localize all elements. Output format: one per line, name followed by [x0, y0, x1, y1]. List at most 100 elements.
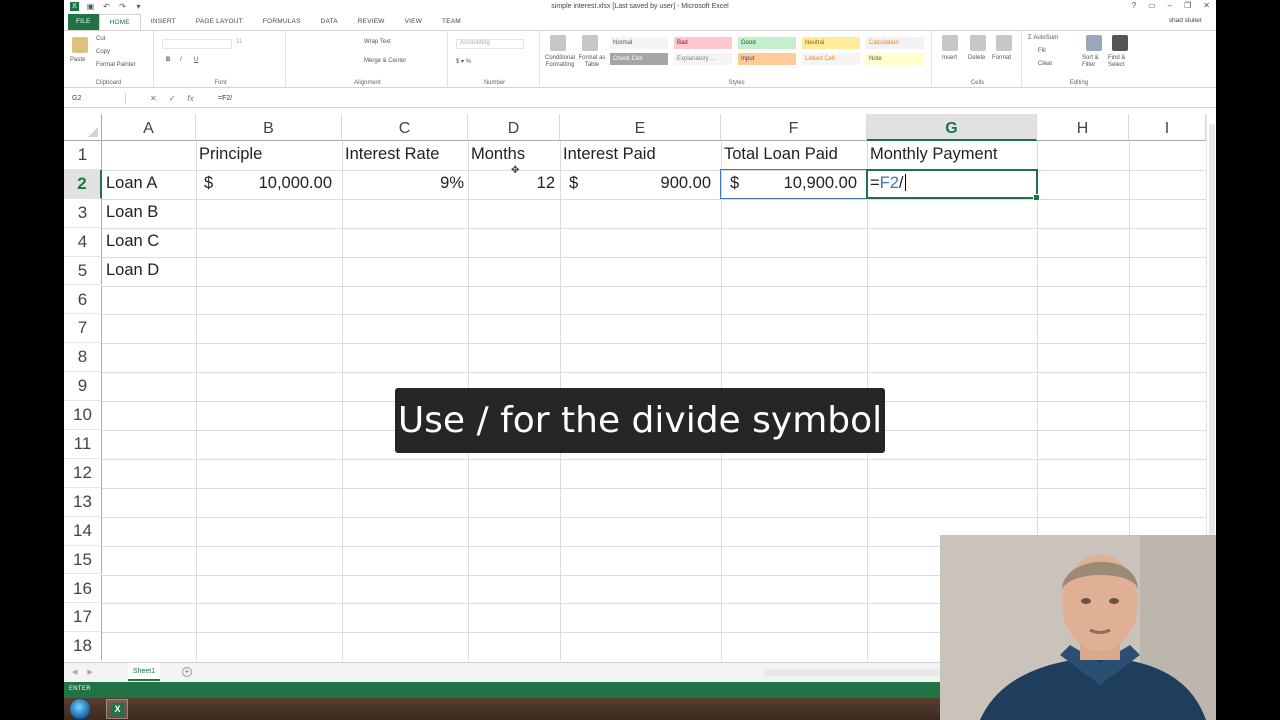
cell-a4[interactable]: Loan C	[106, 232, 159, 251]
binoculars-icon[interactable]	[1112, 35, 1128, 51]
row-header-8[interactable]: 8	[64, 343, 102, 373]
minimize-icon[interactable]: –	[1168, 1, 1172, 10]
style-bad[interactable]: Bad	[674, 37, 732, 49]
cell-d2[interactable]: 12	[468, 174, 555, 193]
close-icon[interactable]: ✕	[1203, 1, 1210, 10]
tab-view[interactable]: VIEW	[395, 14, 432, 30]
cell-b1[interactable]: Principle	[199, 145, 262, 164]
italic-icon[interactable]: I	[180, 57, 182, 63]
conditional-formatting-button[interactable]: Conditional Formatting	[544, 55, 576, 69]
row-header-4[interactable]: 4	[64, 227, 102, 257]
prev-sheet-icon[interactable]: ◀	[72, 668, 77, 676]
row-header-14[interactable]: 14	[64, 516, 102, 546]
style-calculation[interactable]: Calculation	[866, 37, 924, 49]
cell-c2[interactable]: 9%	[342, 174, 464, 193]
format-as-table-icon[interactable]	[582, 35, 598, 51]
row-header-17[interactable]: 17	[64, 603, 102, 633]
font-name-box[interactable]	[162, 39, 232, 49]
help-icon[interactable]: ?	[1132, 1, 1136, 10]
user-account[interactable]: shad sluiter	[1169, 17, 1202, 24]
autosum-button[interactable]: Σ AutoSum	[1028, 35, 1058, 41]
cell-f2[interactable]: 10,900.00	[721, 174, 857, 193]
taskbar-excel[interactable]: X	[106, 699, 128, 719]
cell-c1[interactable]: Interest Rate	[345, 145, 439, 164]
format-cells-button[interactable]: Format	[992, 55, 1011, 61]
column-header-h[interactable]: H	[1037, 114, 1129, 141]
sort-filter-icon[interactable]	[1086, 35, 1102, 51]
cell-f1[interactable]: Total Loan Paid	[724, 145, 838, 164]
start-button-icon[interactable]	[70, 699, 90, 719]
restore-icon[interactable]: ❐	[1184, 1, 1191, 10]
tab-page-layout[interactable]: PAGE LAYOUT	[186, 14, 253, 30]
format-cells-icon[interactable]	[996, 35, 1012, 51]
style-neutral[interactable]: Neutral	[802, 37, 860, 49]
cell-g2-editor[interactable]: =F2/	[870, 174, 906, 193]
underline-icon[interactable]: U	[194, 57, 198, 63]
next-sheet-icon[interactable]: ▶	[87, 668, 92, 676]
style-check-cell[interactable]: Check Cell	[610, 53, 668, 65]
font-size-box[interactable]: 11	[236, 39, 242, 45]
cell-e2[interactable]: 900.00	[560, 174, 711, 193]
column-header-f[interactable]: F	[721, 114, 867, 141]
wrap-text-button[interactable]: Wrap Text	[364, 39, 391, 45]
name-box[interactable]: G2	[68, 93, 126, 105]
column-header-b[interactable]: B	[196, 114, 342, 141]
format-painter-button[interactable]: Format Painter	[96, 62, 136, 68]
style-explanatory[interactable]: Explanatory ...	[674, 53, 732, 65]
column-header-d[interactable]: D	[468, 114, 560, 141]
conditional-formatting-icon[interactable]	[550, 35, 566, 51]
column-header-g[interactable]: G	[867, 114, 1037, 141]
insert-cells-icon[interactable]	[942, 35, 958, 51]
merge-center-button[interactable]: Merge & Center	[364, 58, 406, 64]
tab-review[interactable]: REVIEW	[348, 14, 395, 30]
tab-file[interactable]: FILE	[68, 14, 99, 30]
sheet-tab-sheet1[interactable]: Sheet1	[128, 663, 160, 681]
row-header-13[interactable]: 13	[64, 487, 102, 517]
number-format-box[interactable]: Accounting	[456, 39, 524, 49]
formula-input[interactable]: =F2/	[218, 93, 232, 105]
row-header-6[interactable]: 6	[64, 285, 102, 315]
row-header-3[interactable]: 3	[64, 198, 102, 228]
currency-icon[interactable]: $ ▾ %	[456, 58, 471, 65]
fill-button[interactable]: Fill	[1038, 48, 1046, 54]
cell-a5[interactable]: Loan D	[106, 261, 159, 280]
cell-d1[interactable]: Months	[471, 145, 525, 164]
style-input[interactable]: Input	[738, 53, 796, 65]
cell-g1[interactable]: Monthly Payment	[870, 145, 997, 164]
clear-button[interactable]: Clear	[1038, 61, 1052, 67]
row-header-15[interactable]: 15	[64, 545, 102, 575]
tab-team[interactable]: TEAM	[432, 14, 471, 30]
delete-cells-icon[interactable]	[970, 35, 986, 51]
tab-formulas[interactable]: FORMULAS	[253, 14, 311, 30]
enter-icon[interactable]: ✓	[169, 93, 176, 105]
cell-a2[interactable]: Loan A	[106, 174, 157, 193]
row-header-11[interactable]: 11	[64, 430, 102, 459]
bold-icon[interactable]: B	[166, 57, 170, 63]
delete-cells-button[interactable]: Delete	[968, 55, 985, 61]
row-header-7[interactable]: 7	[64, 314, 102, 344]
find-select-button[interactable]: Find & Select	[1108, 55, 1132, 69]
cut-button[interactable]: Cut	[96, 36, 105, 42]
sort-filter-button[interactable]: Sort & Filter	[1082, 55, 1104, 69]
cell-e1[interactable]: Interest Paid	[563, 145, 656, 164]
cell-a3[interactable]: Loan B	[106, 203, 158, 222]
new-sheet-icon[interactable]: +	[182, 667, 192, 677]
row-header-12[interactable]: 12	[64, 458, 102, 488]
cell-b2[interactable]: 10,000.00	[196, 174, 332, 193]
insert-cells-button[interactable]: Insert	[942, 55, 957, 61]
insert-function-icon[interactable]: fx	[187, 93, 193, 105]
tab-data[interactable]: DATA	[311, 14, 348, 30]
row-header-9[interactable]: 9	[64, 372, 102, 402]
paste-icon[interactable]	[72, 37, 88, 53]
style-note[interactable]: Note	[866, 53, 924, 65]
ribbon-display-icon[interactable]: ▭	[1148, 1, 1156, 10]
copy-button[interactable]: Copy	[96, 49, 110, 55]
row-header-5[interactable]: 5	[64, 256, 102, 286]
row-header-16[interactable]: 16	[64, 574, 102, 604]
column-header-e[interactable]: E	[560, 114, 721, 141]
cancel-icon[interactable]: ✕	[150, 93, 157, 105]
row-header-18[interactable]: 18	[64, 632, 102, 660]
select-all-button[interactable]	[64, 114, 102, 141]
tab-insert[interactable]: INSERT	[141, 14, 186, 30]
style-good[interactable]: Good	[738, 37, 796, 49]
